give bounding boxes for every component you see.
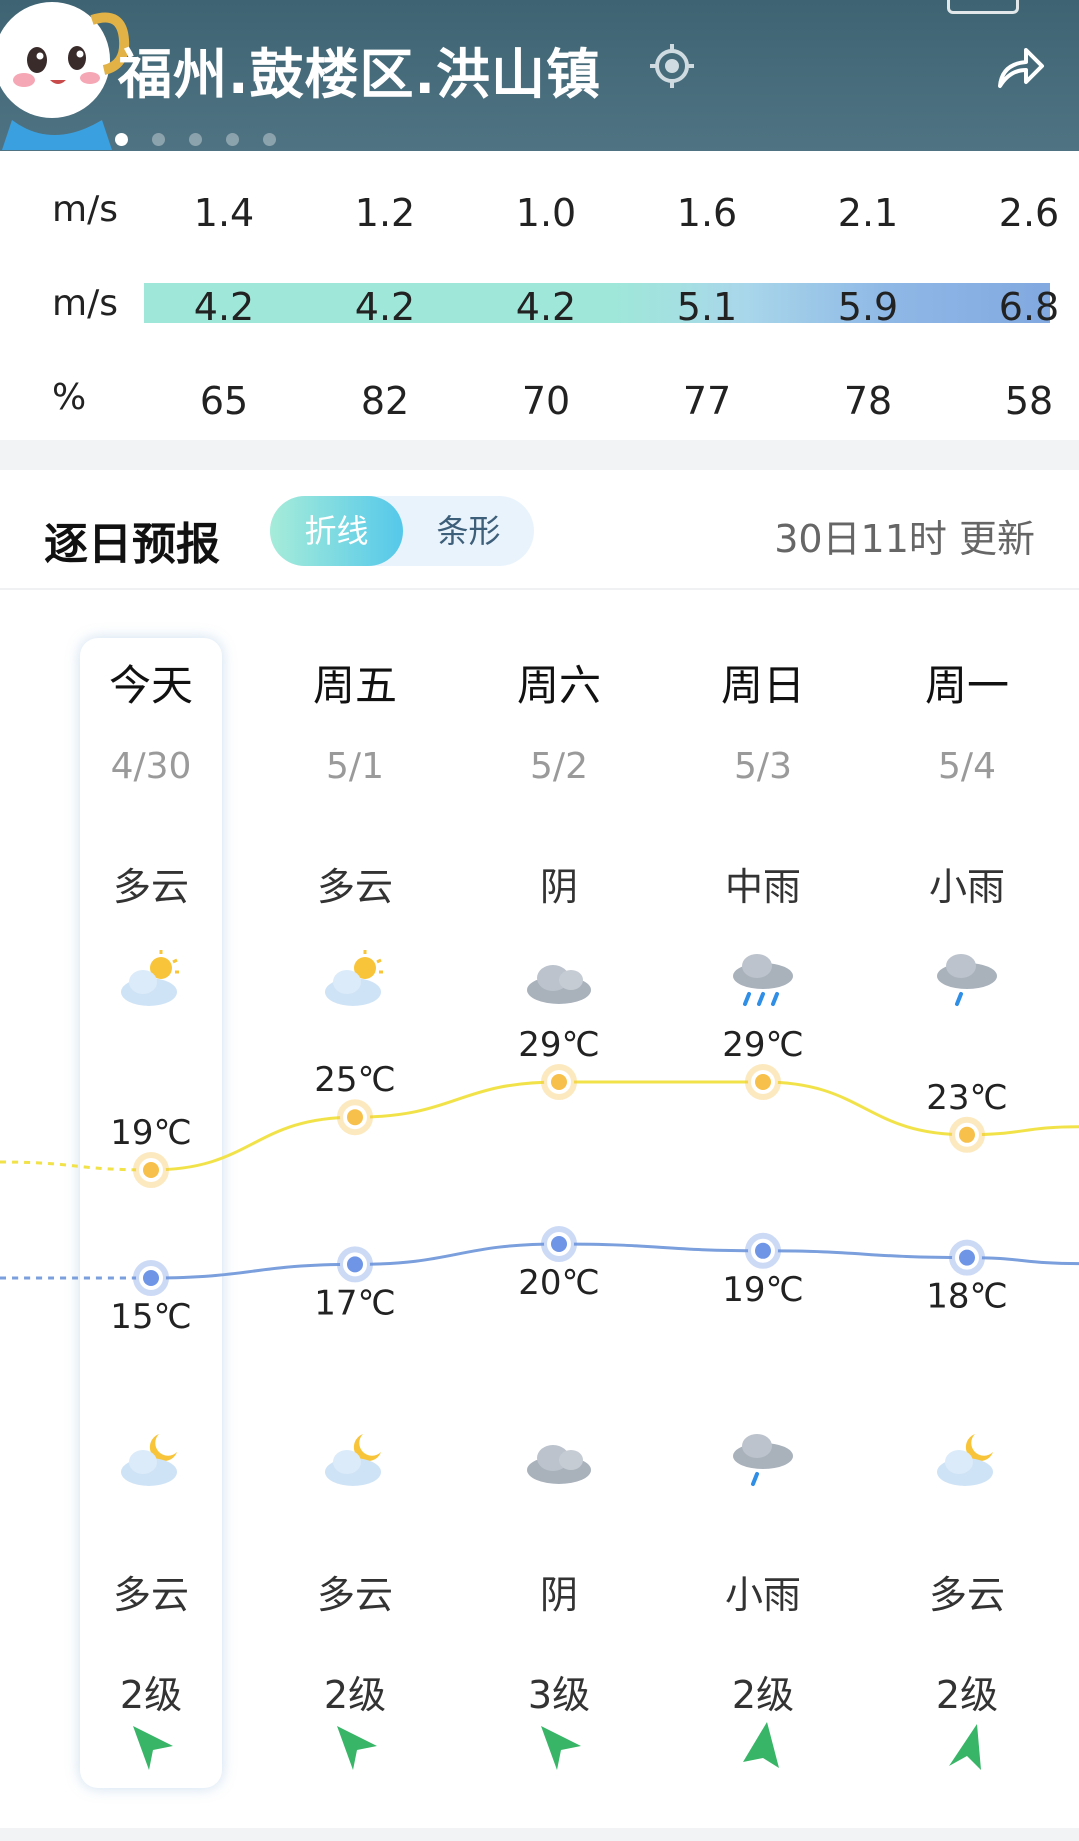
table-cell: 77 [682,379,732,423]
mascot-avatar-icon[interactable] [0,0,132,150]
hourly-detail-table: m/s 1.4 1.2 1.0 1.6 2.1 2.6 m/s 4.2 4.2 … [0,151,1079,440]
table-cell: 65 [199,379,249,423]
table-cell: 82 [360,379,410,423]
low-temp-point [347,1256,363,1273]
high-temp-label: 29℃ [722,1025,803,1065]
low-temp-label: 19℃ [722,1270,803,1310]
high-temp-history-line [0,1160,152,1172]
location-title[interactable]: 福州.鼓楼区.洪山镇 [118,30,601,109]
low-temp-line [150,1242,1079,1280]
share-icon[interactable] [996,44,1046,90]
high-temp-label: 25℃ [314,1060,395,1100]
table-cell: 1.4 [193,191,255,235]
table-cell: 1.0 [515,191,577,235]
high-temp-label: 23℃ [926,1078,1007,1118]
battery-icon [947,0,1019,14]
low-temp-point [755,1242,771,1259]
table-cell: 4.2 [515,285,577,329]
table-row-wind-speed: m/s 1.4 1.2 1.0 1.6 2.1 2.6 [0,179,1079,239]
table-cell: 4.2 [193,285,255,329]
high-temp-label: 19℃ [110,1113,191,1153]
table-cell: 70 [521,379,571,423]
page-dot[interactable] [226,133,239,146]
table-cell: 5.1 [676,285,738,329]
table-cell: 6.8 [998,285,1060,329]
page-dot[interactable] [263,133,276,146]
low-temp-point [143,1270,159,1286]
table-cell: 4.2 [354,285,416,329]
table-cell: 2.6 [998,191,1060,235]
header-bar: 福州.鼓楼区.洪山镇 [0,0,1079,151]
table-row-gust-speed: m/s 4.2 4.2 4.2 5.1 5.9 6.8 [0,273,1079,333]
table-cell: 78 [843,379,893,423]
page-indicator [115,133,276,146]
low-temp-point [959,1249,975,1266]
unit-label: % [52,377,87,418]
table-cell: 1.6 [676,191,738,235]
high-temp-point [755,1074,771,1090]
high-temp-point [551,1074,567,1090]
low-temp-label: 18℃ [926,1277,1007,1317]
page-dot[interactable] [189,133,202,146]
high-temp-point [959,1126,975,1143]
high-temp-point [347,1109,363,1126]
page-dot[interactable] [115,133,128,146]
table-row-humidity: % 65 82 70 77 78 58 [0,367,1079,427]
low-temp-label: 17℃ [314,1283,395,1323]
unit-label: m/s [52,189,118,230]
low-temp-label: 20℃ [518,1263,599,1303]
table-cell: 5.9 [837,285,899,329]
table-cell: 58 [1004,379,1054,423]
table-cell: 2.1 [837,191,899,235]
high-temp-label: 29℃ [518,1025,599,1065]
high-temp-point [143,1162,159,1178]
daily-forecast-card: 逐日预报 折线 条形 30日11时 更新 今天 4/30 多云 多云 2级 周五… [0,470,1079,1828]
low-temp-point [551,1236,567,1252]
page-dot[interactable] [152,133,165,146]
unit-label: m/s [52,283,118,324]
low-temp-label: 15℃ [110,1297,191,1337]
locate-icon[interactable] [648,42,696,90]
table-cell: 1.2 [354,191,416,235]
temperature-chart: 19℃ 15℃ 25℃ 17℃ 29℃ 20℃ 29℃ 19℃ 23℃ 18℃ [0,1025,1079,1337]
